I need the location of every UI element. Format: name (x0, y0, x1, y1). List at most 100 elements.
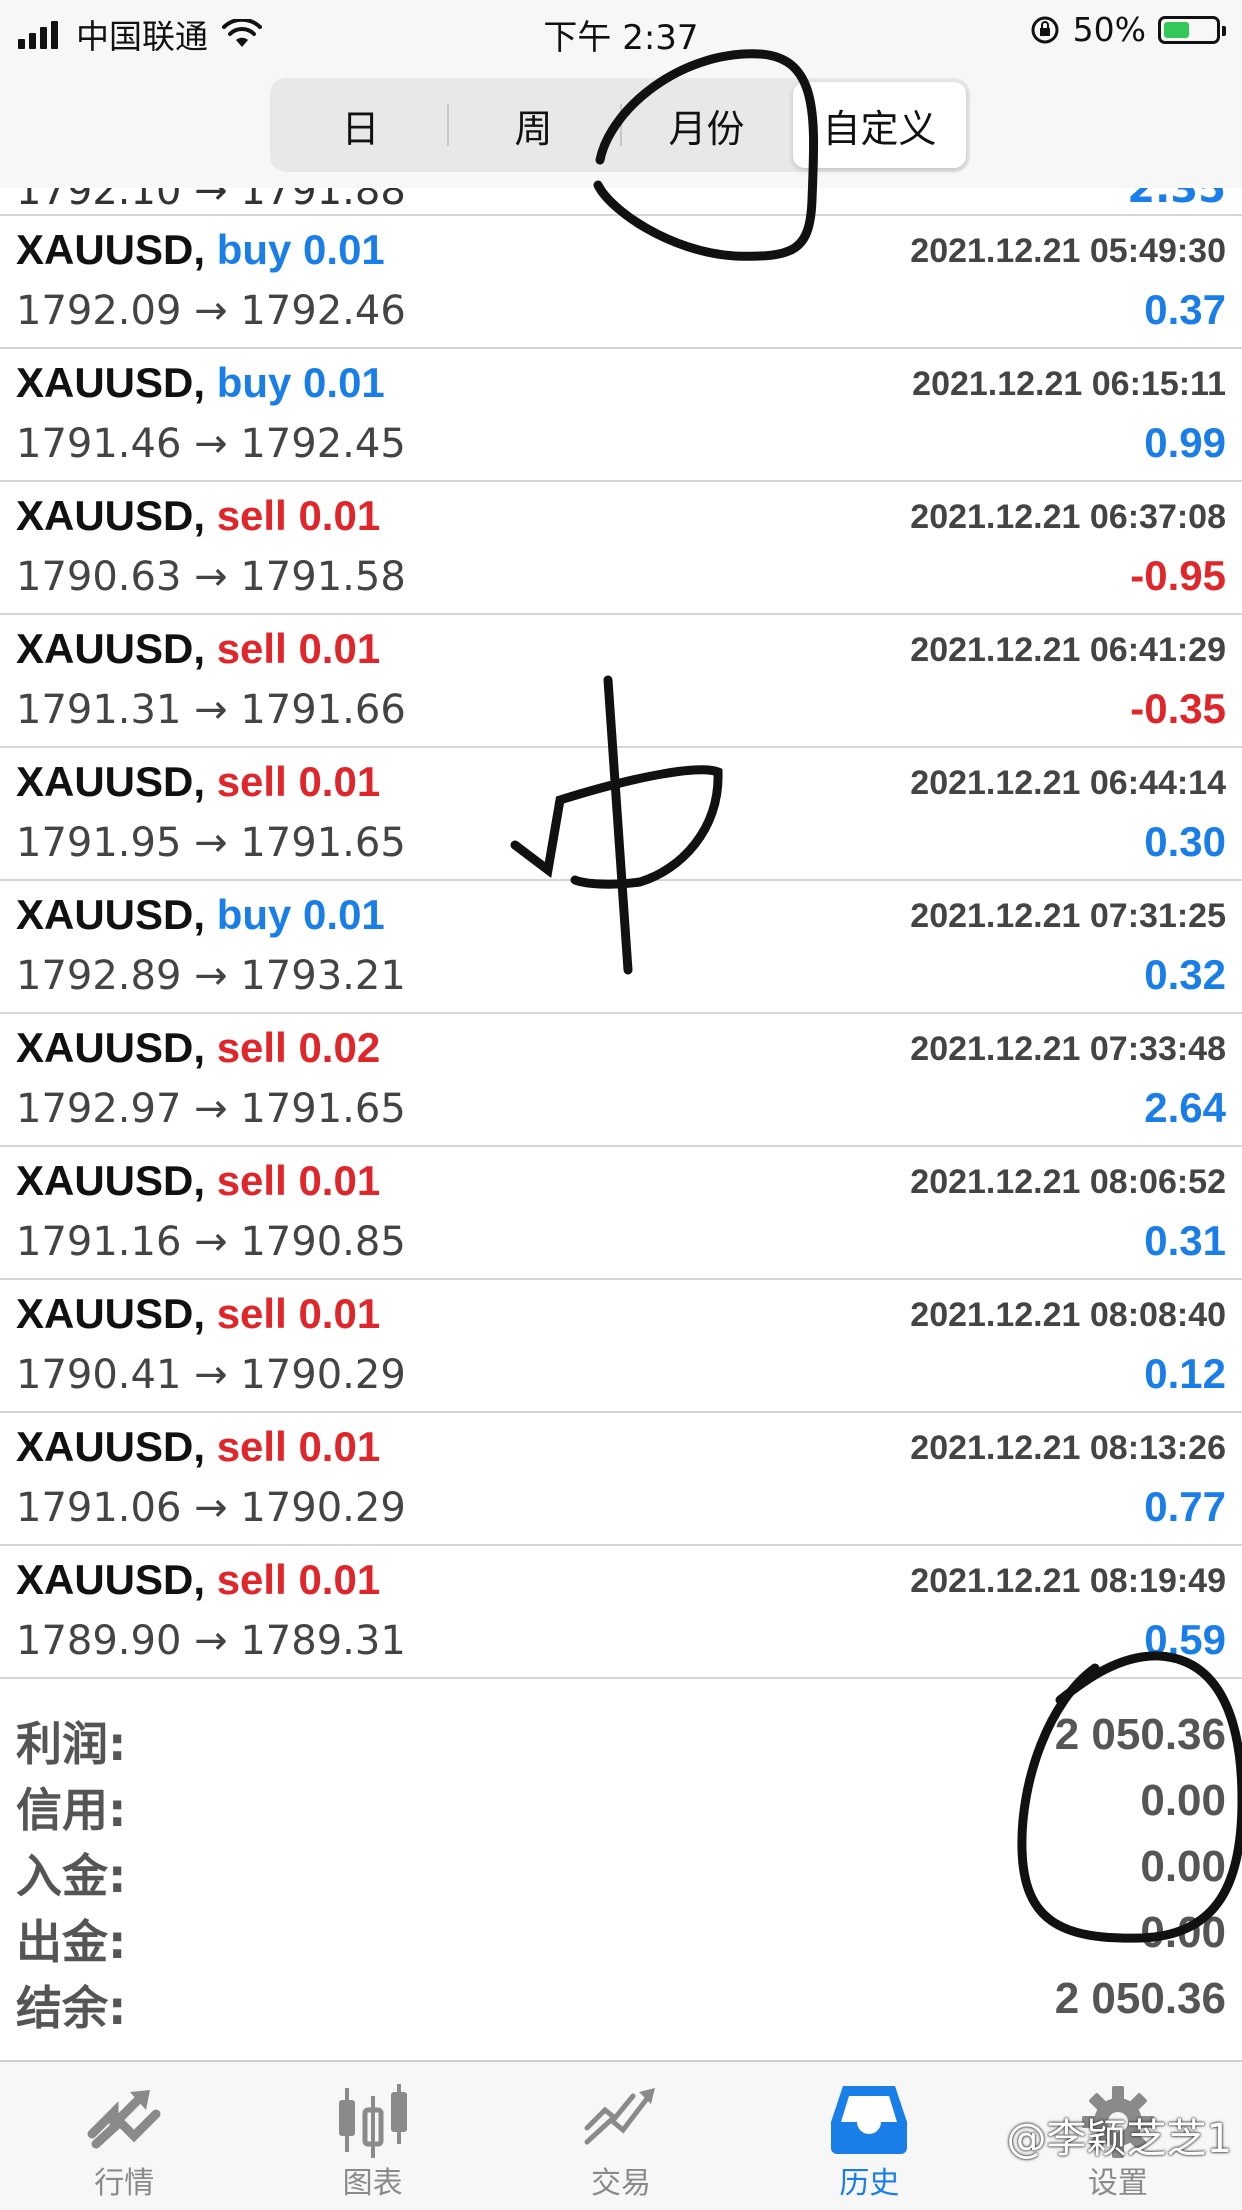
trade-symbol-name: XAUUSD, (16, 1290, 206, 1337)
table-row[interactable]: XAUUSD, sell 0.01 2021.12.21 08:13:26 1791… (0, 1413, 1242, 1546)
table-row[interactable]: XAUUSD, buy 0.01 2021.12.21 05:49:30 1792.… (0, 216, 1242, 349)
segment-custom[interactable]: 自定义 (793, 82, 966, 168)
trade-side: sell 0.01 (217, 625, 380, 672)
trade-time: 2021.12.21 08:08:40 (910, 1296, 1226, 1334)
trade-symbol: XAUUSD, sell 0.01 (16, 1556, 380, 1604)
table-row[interactable]: XAUUSD, sell 0.02 2021.12.21 07:33:48 1792… (0, 1014, 1242, 1147)
period-segmented-control: 日 周 月份 自定义 (270, 78, 970, 172)
battery-level (1164, 21, 1189, 38)
summary-value: 0.00 (1140, 1908, 1226, 1957)
trade-symbol: XAUUSD, buy 0.01 (16, 891, 385, 939)
status-bar: 中国联通 下午 2:37 50% (0, 0, 1242, 66)
trade-side-label: sell (216, 625, 287, 672)
account-summary: 利润: 2 050.36 信用: 0.00 入金: 0.00 出金: 0.00 结余: 2 050… (0, 1700, 1242, 2035)
trade-side-label: sell (216, 1290, 287, 1337)
trade-side: buy 0.01 (217, 891, 385, 938)
trade-lot: 0.01 (298, 1423, 381, 1470)
trade-side: sell 0.01 (217, 1290, 380, 1337)
tab-settings-label: 设置 (1087, 2166, 1148, 2201)
trade-symbol-name: XAUUSD, (16, 1024, 206, 1071)
table-row[interactable]: XAUUSD, buy 0.01 2021.12.21 06:15:11 1791.… (0, 349, 1242, 482)
summary-row: 结余: 2 050.36 (0, 1964, 1242, 2035)
trade-side-label: sell (216, 1157, 287, 1204)
trade-side: sell 0.01 (217, 1157, 380, 1204)
trade-symbol: XAUUSD, sell 0.01 (16, 1290, 380, 1338)
period-filter-bar: 日 周 月份 自定义 (0, 66, 1242, 188)
trade-prices: 1791.06 → 1790.29 (16, 1485, 406, 1531)
trade-symbol: XAUUSD, sell 0.01 (16, 1423, 380, 1471)
trade-time: 2021.12.21 06:41:29 (910, 631, 1226, 669)
battery-percent: 50% (1072, 10, 1146, 49)
partial-prices: 1792.10 → 1791.88 (16, 188, 406, 214)
tab-history[interactable]: 历史 (745, 2062, 993, 2210)
trade-profit: 0.30 (1144, 818, 1226, 865)
trade-time: 2021.12.21 06:37:08 (910, 498, 1226, 536)
trade-symbol: XAUUSD, sell 0.01 (16, 758, 380, 806)
watermark-text: @李颖芝芝1 (1006, 2116, 1232, 2162)
trade-side-label: buy (216, 359, 292, 406)
history-icon (831, 2086, 908, 2154)
trade-time: 2021.12.21 05:49:30 (910, 232, 1226, 270)
trade-lot: 0.01 (298, 492, 381, 539)
trade-lot: 0.02 (298, 1024, 381, 1071)
table-row[interactable]: XAUUSD, sell 0.01 2021.12.21 06:44:14 1791… (0, 748, 1242, 881)
table-row[interactable]: XAUUSD, sell 0.01 2021.12.21 08:08:40 1790… (0, 1280, 1242, 1413)
trade-symbol-name: XAUUSD, (16, 1157, 206, 1204)
trade-time: 2021.12.21 08:13:26 (910, 1429, 1226, 1467)
deals-list[interactable]: 1792.10 → 1791.88 2.35 XAUUSD, buy 0.01 2… (0, 188, 1242, 1679)
segment-month[interactable]: 月份 (620, 82, 793, 168)
summary-value: 0.00 (1140, 1842, 1226, 1891)
tab-chart[interactable]: 图表 (248, 2062, 496, 2210)
trade-prices: 1791.46 → 1792.45 (16, 421, 406, 467)
trade-side: sell 0.01 (217, 1423, 380, 1470)
trade-time: 2021.12.21 08:19:49 (910, 1562, 1226, 1600)
trade-side: buy 0.01 (217, 359, 385, 406)
summary-value: 0.00 (1140, 1776, 1226, 1825)
table-row[interactable]: XAUUSD, sell 0.01 2021.12.21 06:37:08 1790… (0, 482, 1242, 615)
trade-time: 2021.12.21 08:06:52 (910, 1163, 1226, 1201)
trade-symbol: XAUUSD, buy 0.01 (16, 359, 385, 407)
table-row[interactable]: XAUUSD, sell 0.01 2021.12.21 06:41:29 1791… (0, 615, 1242, 748)
tab-quotes[interactable]: 行情 (0, 2062, 248, 2210)
trade-side-label: sell (216, 492, 287, 539)
trade-profit: -0.35 (1130, 685, 1226, 732)
trade-profit: 2.64 (1144, 1084, 1226, 1131)
trade-prices: 1790.41 → 1790.29 (16, 1352, 406, 1398)
trade-symbol: XAUUSD, buy 0.01 (16, 226, 385, 274)
table-row-partial[interactable]: 1792.10 → 1791.88 2.35 (0, 188, 1242, 216)
trade-symbol: XAUUSD, sell 0.01 (16, 625, 380, 673)
table-row[interactable]: XAUUSD, sell 0.01 2021.12.21 08:06:52 1791… (0, 1147, 1242, 1280)
trade-lot: 0.01 (298, 758, 381, 805)
trade-profit: 0.37 (1144, 286, 1226, 333)
status-right: 50% (1029, 10, 1226, 49)
summary-row: 信用: 0.00 (0, 1766, 1242, 1837)
segment-week[interactable]: 周 (447, 82, 620, 168)
trade-profit: 0.59 (1144, 1616, 1226, 1663)
trade-prices: 1792.89 → 1793.21 (16, 953, 406, 999)
partial-profit: 2.35 (1127, 188, 1226, 212)
table-row[interactable]: XAUUSD, buy 0.01 2021.12.21 07:31:25 1792.… (0, 881, 1242, 1014)
trade-lot: 0.01 (298, 1157, 381, 1204)
trade-side-label: buy (216, 226, 292, 273)
trade-symbol-name: XAUUSD, (16, 1556, 206, 1603)
trade-symbol-name: XAUUSD, (16, 758, 206, 805)
summary-label: 信用: (16, 1783, 127, 1837)
trade-side: sell 0.01 (217, 1556, 380, 1603)
trade-side: sell 0.01 (217, 758, 380, 805)
trade-symbol: XAUUSD, sell 0.01 (16, 1157, 380, 1205)
table-row[interactable]: XAUUSD, sell 0.01 2021.12.21 08:19:49 1789… (0, 1546, 1242, 1679)
chart-icon (338, 2084, 407, 2158)
summary-row: 入金: 0.00 (0, 1832, 1242, 1903)
trade-profit: 0.77 (1144, 1483, 1226, 1530)
segment-day[interactable]: 日 (274, 82, 447, 168)
tab-trade[interactable]: 交易 (497, 2062, 745, 2210)
trade-lot: 0.01 (298, 625, 381, 672)
trade-side-label: sell (216, 1423, 287, 1470)
orientation-lock-icon (1031, 16, 1059, 43)
trade-profit: 0.12 (1144, 1350, 1226, 1397)
trade-side-label: buy (216, 891, 292, 938)
summary-value: 2 050.36 (1054, 1974, 1226, 2023)
trade-side-label: sell (216, 1556, 287, 1603)
trade-profit: -0.95 (1130, 552, 1226, 599)
trade-time: 2021.12.21 07:33:48 (910, 1030, 1226, 1068)
